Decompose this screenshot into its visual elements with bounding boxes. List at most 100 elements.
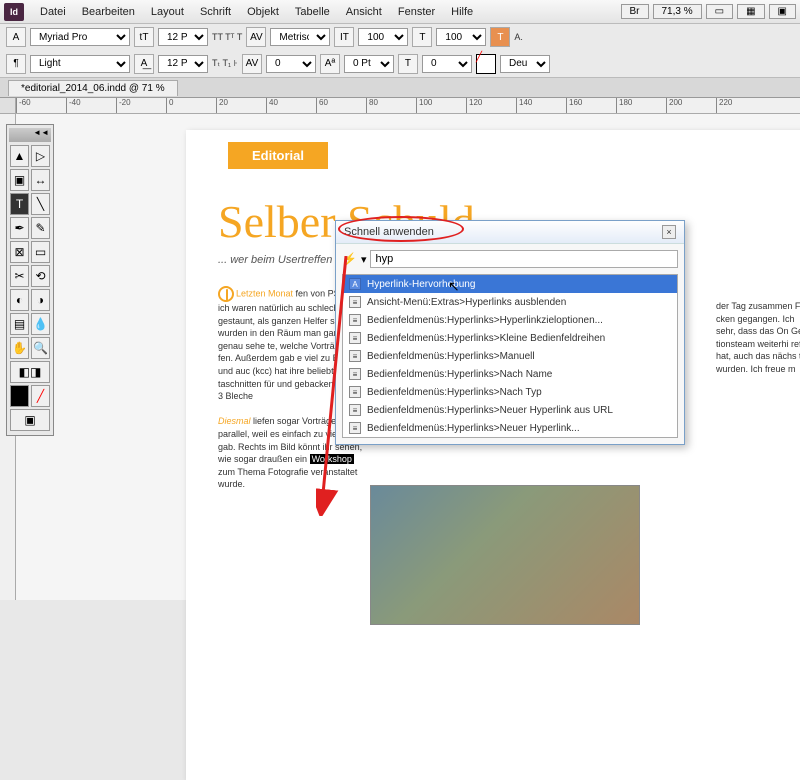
fill-stroke-swap[interactable]: ◧◨ [10,361,50,383]
vscale-icon: T [412,27,432,47]
hscale-select[interactable]: 100 % [358,28,408,46]
menu-icon: ≡ [349,296,361,308]
menu-tabelle[interactable]: Tabelle [287,4,338,20]
para-mode-icon[interactable]: ¶ [6,54,26,74]
font-family-select[interactable]: Myriad Pro [30,28,130,46]
view-mode-tool[interactable]: ▣ [10,409,50,431]
quick-apply-item[interactable]: ≡Bedienfeldmenüs:Hyperlinks>Neuer Hyperl… [343,419,677,437]
ruler-origin[interactable] [0,98,16,114]
kerning-select[interactable]: Metrisch [270,28,330,46]
tracking-icon: AV [242,54,262,74]
char-color-label[interactable]: A. [514,32,523,42]
tracking-select[interactable]: 0 [266,55,316,73]
quick-apply-item[interactable]: ≡Bedienfeldmenüs:Hyperlinks>Nach Name [343,365,677,383]
quick-apply-title: Schnell anwenden [344,226,434,238]
menu-layout[interactable]: Layout [143,4,192,20]
menu-objekt[interactable]: Objekt [239,4,287,20]
menu-fenster[interactable]: Fenster [390,4,443,20]
zoom-level[interactable]: 71,3 % [653,4,702,19]
gap-tool[interactable]: ↔ [31,169,50,191]
pencil-tool[interactable]: ✎ [31,217,50,239]
eyedropper-tool[interactable]: 💧 [31,313,50,335]
menu-icon: ≡ [349,404,361,416]
caps-icon[interactable]: TT Tᵀ T [212,32,242,42]
hscale-icon: IT [334,27,354,47]
type-tool[interactable]: T [10,193,29,215]
quick-apply-list: AHyperlink-Hervorhebung ≡Ansicht-Menü:Ex… [342,274,678,438]
quick-apply-input[interactable] [370,250,678,268]
bolt-icon[interactable]: ⚡ [342,252,357,266]
skew-icon: T [398,54,418,74]
leading-icon: A͟ [134,54,154,74]
quick-apply-item[interactable]: ≡Bedienfeldmenüs:Hyperlinks>Manuell [343,347,677,365]
font-size-select[interactable]: 12 Pt [158,28,208,46]
fill-swatch[interactable]: ╱ [476,54,496,74]
subscript-icon[interactable]: Tₜ T₁ ꜔ [212,58,238,69]
menubar: Id Datei Bearbeiten Layout Schrift Objek… [0,0,800,24]
baseline-select[interactable]: 0 Pt [344,55,394,73]
tools-header[interactable]: ◄◄ [9,128,51,142]
quick-apply-item[interactable]: ≡Bedienfeldmenüs:Hyperlinks>Neuer Hyperl… [343,401,677,419]
quick-apply-titlebar[interactable]: Schnell anwenden × [336,221,684,244]
menu-icon: ≡ [349,332,361,344]
language-select[interactable]: Deu [500,55,550,73]
selection-tool[interactable]: ▲ [10,145,29,167]
menu-icon: ≡ [349,368,361,380]
tools-panel: ◄◄ ▲▷ ▣↔ T╲ ✒✎ ⊠▭ ✂⟲ ◐◑ ▤💧 ✋🔍 ◧◨ ╱ ▣ [6,124,54,436]
vscale-select[interactable]: 100 % [436,28,486,46]
kerning-icon: AV [246,27,266,47]
right-column-text[interactable]: der Tag zusammen Fi cken gegangen. Ich s… [716,300,800,376]
menu-icon: ≡ [349,314,361,326]
highlighted-word: Workshop [310,454,354,464]
transform-tool[interactable]: ⟲ [31,265,50,287]
apply-color[interactable] [10,385,29,407]
quick-apply-item[interactable]: ≡Bedienfeldmenüs:Hyperlinks>Hyperlinkzie… [343,311,677,329]
char-style-icon[interactable]: T [490,27,510,47]
gradient-feather-tool[interactable]: ◑ [31,289,50,311]
apply-none[interactable]: ╱ [31,385,50,407]
menu-ansicht[interactable]: Ansicht [338,4,390,20]
menu-bearbeiten[interactable]: Bearbeiten [74,4,143,20]
app-logo: Id [4,3,24,21]
dropdown-icon[interactable]: ▾ [361,253,367,266]
menu-hilfe[interactable]: Hilfe [443,4,481,20]
pen-tool[interactable]: ✒ [10,217,29,239]
quick-apply-item[interactable]: ≡Ansicht-Menü:Extras>Hyperlinks ausblend… [343,293,677,311]
page-tool[interactable]: ▣ [10,169,29,191]
char-style-icon: A [349,278,361,290]
leading-select[interactable]: 12 Pt [158,55,208,73]
rect-tool[interactable]: ▭ [31,241,50,263]
note-tool[interactable]: ▤ [10,313,29,335]
menu-icon: ≡ [349,350,361,362]
globe-icon [218,286,234,302]
menu-icon: ≡ [349,422,361,434]
document-tab[interactable]: *editorial_2014_06.indd @ 71 % [8,80,178,96]
menu-datei[interactable]: Datei [32,4,74,20]
menu-schrift[interactable]: Schrift [192,4,239,20]
article-photo[interactable] [370,485,640,625]
editorial-tag: Editorial [228,142,328,169]
quick-apply-item[interactable]: ≡Bedienfeldmenüs:Hyperlinks>Nach Typ [343,383,677,401]
char-mode-icon[interactable]: A [6,27,26,47]
size-icon: tT [134,27,154,47]
view-mode-button[interactable]: ▭ [706,4,733,19]
arrange-button[interactable]: ▦ [737,4,764,19]
control-panel: A Myriad Pro tT 12 Pt TT Tᵀ T AV Metrisc… [0,24,800,78]
quick-apply-item[interactable]: ≡Bedienfeldmenüs:Hyperlinks>Kleine Bedie… [343,329,677,347]
quick-apply-dialog: Schnell anwenden × ⚡ ▾ AHyperlink-Hervor… [335,220,685,445]
skew-select[interactable]: 0 [422,55,472,73]
line-tool[interactable]: ╲ [31,193,50,215]
gradient-swatch-tool[interactable]: ◐ [10,289,29,311]
scissors-tool[interactable]: ✂ [10,265,29,287]
quick-apply-item[interactable]: AHyperlink-Hervorhebung [343,275,677,293]
hand-tool[interactable]: ✋ [10,337,29,359]
bridge-button[interactable]: Br [621,4,649,19]
screen-mode-button[interactable]: ▣ [769,4,796,19]
close-icon[interactable]: × [662,225,676,239]
baseline-icon: Aª [320,54,340,74]
rect-frame-tool[interactable]: ⊠ [10,241,29,263]
direct-selection-tool[interactable]: ▷ [31,145,50,167]
font-weight-select[interactable]: Light [30,55,130,73]
zoom-tool[interactable]: 🔍 [31,337,50,359]
ruler-horizontal[interactable]: -60-40-20020406080100120140160180200220 [16,98,800,114]
